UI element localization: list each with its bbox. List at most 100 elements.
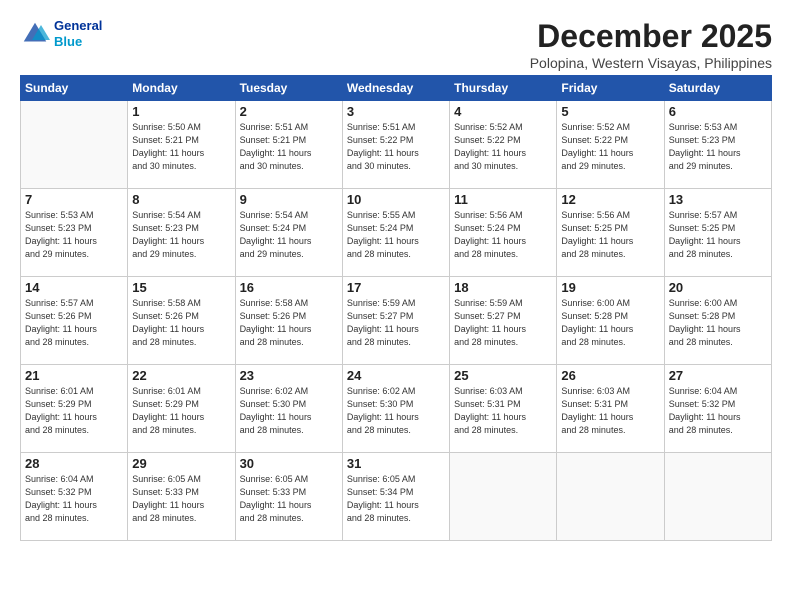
weekday-header-row: SundayMondayTuesdayWednesdayThursdayFrid… <box>21 76 772 101</box>
day-number: 18 <box>454 280 552 295</box>
cell-info: Sunrise: 6:01 AM Sunset: 5:29 PM Dayligh… <box>132 385 230 437</box>
day-number: 16 <box>240 280 338 295</box>
cell-info: Sunrise: 5:59 AM Sunset: 5:27 PM Dayligh… <box>347 297 445 349</box>
day-number: 23 <box>240 368 338 383</box>
day-number: 4 <box>454 104 552 119</box>
calendar-cell: 2 Sunrise: 5:51 AM Sunset: 5:21 PM Daylig… <box>235 101 342 189</box>
cell-info: Sunrise: 5:57 AM Sunset: 5:26 PM Dayligh… <box>25 297 123 349</box>
cell-info: Sunrise: 6:01 AM Sunset: 5:29 PM Dayligh… <box>25 385 123 437</box>
weekday-header: Wednesday <box>342 76 449 101</box>
day-number: 10 <box>347 192 445 207</box>
title-block: December 2025 Polopina, Western Visayas,… <box>530 18 772 71</box>
day-number: 21 <box>25 368 123 383</box>
cell-info: Sunrise: 5:55 AM Sunset: 5:24 PM Dayligh… <box>347 209 445 261</box>
day-number: 3 <box>347 104 445 119</box>
calendar-cell: 16 Sunrise: 5:58 AM Sunset: 5:26 PM Dayli… <box>235 277 342 365</box>
day-number: 7 <box>25 192 123 207</box>
day-number: 5 <box>561 104 659 119</box>
calendar-cell: 17 Sunrise: 5:59 AM Sunset: 5:27 PM Dayli… <box>342 277 449 365</box>
weekday-header: Thursday <box>450 76 557 101</box>
main-container: General Blue December 2025 Polopina, Wes… <box>0 0 792 551</box>
calendar-cell: 31 Sunrise: 6:05 AM Sunset: 5:34 PM Dayli… <box>342 453 449 541</box>
location: Polopina, Western Visayas, Philippines <box>530 55 772 71</box>
weekday-header: Saturday <box>664 76 771 101</box>
day-number: 17 <box>347 280 445 295</box>
day-number: 22 <box>132 368 230 383</box>
cell-info: Sunrise: 6:02 AM Sunset: 5:30 PM Dayligh… <box>240 385 338 437</box>
day-number: 27 <box>669 368 767 383</box>
cell-info: Sunrise: 5:58 AM Sunset: 5:26 PM Dayligh… <box>240 297 338 349</box>
cell-info: Sunrise: 5:53 AM Sunset: 5:23 PM Dayligh… <box>25 209 123 261</box>
calendar-cell: 30 Sunrise: 6:05 AM Sunset: 5:33 PM Dayli… <box>235 453 342 541</box>
cell-info: Sunrise: 6:00 AM Sunset: 5:28 PM Dayligh… <box>669 297 767 349</box>
calendar-week-row: 7 Sunrise: 5:53 AM Sunset: 5:23 PM Daylig… <box>21 189 772 277</box>
cell-info: Sunrise: 5:53 AM Sunset: 5:23 PM Dayligh… <box>669 121 767 173</box>
calendar-cell <box>450 453 557 541</box>
calendar-week-row: 14 Sunrise: 5:57 AM Sunset: 5:26 PM Dayli… <box>21 277 772 365</box>
calendar-cell: 8 Sunrise: 5:54 AM Sunset: 5:23 PM Daylig… <box>128 189 235 277</box>
calendar-cell: 28Sunrise: 6:04 AM Sunset: 5:32 PM Dayli… <box>21 453 128 541</box>
day-number: 8 <box>132 192 230 207</box>
day-number: 15 <box>132 280 230 295</box>
cell-info: Sunrise: 6:03 AM Sunset: 5:31 PM Dayligh… <box>561 385 659 437</box>
day-number: 2 <box>240 104 338 119</box>
day-number: 28 <box>25 456 123 471</box>
cell-info: Sunrise: 6:05 AM Sunset: 5:33 PM Dayligh… <box>240 473 338 525</box>
day-number: 14 <box>25 280 123 295</box>
calendar-cell: 15Sunrise: 5:58 AM Sunset: 5:26 PM Dayli… <box>128 277 235 365</box>
day-number: 20 <box>669 280 767 295</box>
calendar-cell: 5Sunrise: 5:52 AM Sunset: 5:22 PM Daylig… <box>557 101 664 189</box>
cell-info: Sunrise: 6:05 AM Sunset: 5:34 PM Dayligh… <box>347 473 445 525</box>
cell-info: Sunrise: 5:51 AM Sunset: 5:21 PM Dayligh… <box>240 121 338 173</box>
calendar-cell: 11 Sunrise: 5:56 AM Sunset: 5:24 PM Dayli… <box>450 189 557 277</box>
cell-info: Sunrise: 5:56 AM Sunset: 5:25 PM Dayligh… <box>561 209 659 261</box>
logo: General Blue <box>20 18 102 49</box>
weekday-header: Sunday <box>21 76 128 101</box>
day-number: 31 <box>347 456 445 471</box>
calendar-cell: 10 Sunrise: 5:55 AM Sunset: 5:24 PM Dayli… <box>342 189 449 277</box>
day-number: 24 <box>347 368 445 383</box>
calendar-week-row: 21 Sunrise: 6:01 AM Sunset: 5:29 PM Dayli… <box>21 365 772 453</box>
day-number: 19 <box>561 280 659 295</box>
calendar-cell: 18 Sunrise: 5:59 AM Sunset: 5:27 PM Dayli… <box>450 277 557 365</box>
logo-text: General Blue <box>54 18 102 49</box>
cell-info: Sunrise: 5:52 AM Sunset: 5:22 PM Dayligh… <box>454 121 552 173</box>
day-number: 12 <box>561 192 659 207</box>
day-number: 6 <box>669 104 767 119</box>
calendar-cell: 24 Sunrise: 6:02 AM Sunset: 5:30 PM Dayli… <box>342 365 449 453</box>
calendar-cell: 3Sunrise: 5:51 AM Sunset: 5:22 PM Daylig… <box>342 101 449 189</box>
calendar-table: SundayMondayTuesdayWednesdayThursdayFrid… <box>20 75 772 541</box>
day-number: 26 <box>561 368 659 383</box>
cell-info: Sunrise: 6:02 AM Sunset: 5:30 PM Dayligh… <box>347 385 445 437</box>
cell-info: Sunrise: 5:54 AM Sunset: 5:23 PM Dayligh… <box>132 209 230 261</box>
calendar-cell: 21 Sunrise: 6:01 AM Sunset: 5:29 PM Dayli… <box>21 365 128 453</box>
calendar-week-row: 1Sunrise: 5:50 AM Sunset: 5:21 PM Daylig… <box>21 101 772 189</box>
calendar-cell: 23 Sunrise: 6:02 AM Sunset: 5:30 PM Dayli… <box>235 365 342 453</box>
day-number: 1 <box>132 104 230 119</box>
calendar-cell: 6 Sunrise: 5:53 AM Sunset: 5:23 PM Daylig… <box>664 101 771 189</box>
header: General Blue December 2025 Polopina, Wes… <box>20 18 772 71</box>
calendar-cell: 29Sunrise: 6:05 AM Sunset: 5:33 PM Dayli… <box>128 453 235 541</box>
weekday-header: Friday <box>557 76 664 101</box>
month-year: December 2025 <box>530 18 772 55</box>
cell-info: Sunrise: 5:59 AM Sunset: 5:27 PM Dayligh… <box>454 297 552 349</box>
calendar-cell: 27 Sunrise: 6:04 AM Sunset: 5:32 PM Dayli… <box>664 365 771 453</box>
calendar-cell: 9Sunrise: 5:54 AM Sunset: 5:24 PM Daylig… <box>235 189 342 277</box>
cell-info: Sunrise: 5:56 AM Sunset: 5:24 PM Dayligh… <box>454 209 552 261</box>
day-number: 29 <box>132 456 230 471</box>
cell-info: Sunrise: 6:04 AM Sunset: 5:32 PM Dayligh… <box>669 385 767 437</box>
calendar-cell: 4 Sunrise: 5:52 AM Sunset: 5:22 PM Daylig… <box>450 101 557 189</box>
calendar-cell <box>21 101 128 189</box>
logo-icon <box>20 19 50 49</box>
calendar-cell: 20 Sunrise: 6:00 AM Sunset: 5:28 PM Dayli… <box>664 277 771 365</box>
calendar-cell: 14 Sunrise: 5:57 AM Sunset: 5:26 PM Dayli… <box>21 277 128 365</box>
calendar-cell: 22 Sunrise: 6:01 AM Sunset: 5:29 PM Dayli… <box>128 365 235 453</box>
cell-info: Sunrise: 6:03 AM Sunset: 5:31 PM Dayligh… <box>454 385 552 437</box>
calendar-cell <box>664 453 771 541</box>
cell-info: Sunrise: 5:54 AM Sunset: 5:24 PM Dayligh… <box>240 209 338 261</box>
calendar-cell: 12 Sunrise: 5:56 AM Sunset: 5:25 PM Dayli… <box>557 189 664 277</box>
day-number: 13 <box>669 192 767 207</box>
day-number: 11 <box>454 192 552 207</box>
day-number: 30 <box>240 456 338 471</box>
calendar-cell: 13Sunrise: 5:57 AM Sunset: 5:25 PM Dayli… <box>664 189 771 277</box>
